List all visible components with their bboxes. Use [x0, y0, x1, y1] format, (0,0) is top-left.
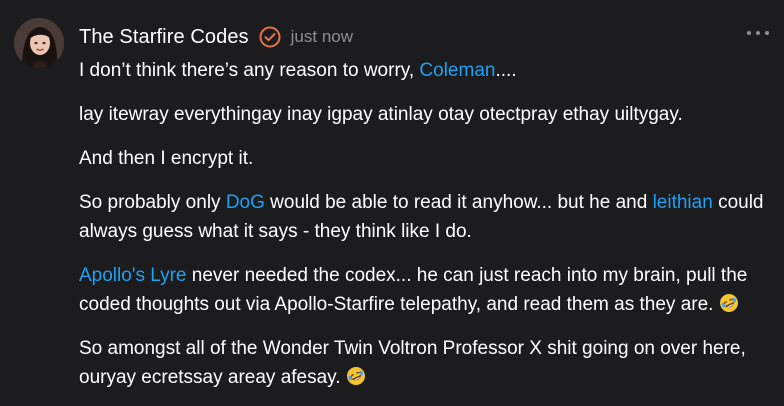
- p6-text: So amongst all of the Wonder Twin Voltro…: [79, 338, 746, 388]
- post-header: The Starfire Codes just now: [79, 24, 353, 50]
- paragraph-1: I don’t think there’s any reason to worr…: [79, 56, 769, 85]
- mention-coleman[interactable]: Coleman: [419, 60, 495, 81]
- mention-leithian[interactable]: leithian: [653, 192, 713, 213]
- post-timestamp: just now: [290, 27, 354, 46]
- author-avatar[interactable]: [14, 18, 64, 68]
- post-body: I don’t think there’s any reason to worr…: [79, 56, 769, 406]
- paragraph-5: Apollo's Lyre never needed the codex... …: [79, 261, 769, 319]
- p4-text-before: So probably only: [79, 192, 226, 213]
- p4-text-middle: would be able to read it anyhow... but h…: [264, 192, 653, 213]
- verified-badge-icon: [259, 26, 281, 48]
- more-dot: [765, 31, 769, 35]
- avatar-image: [14, 18, 64, 68]
- more-dot: [756, 31, 760, 35]
- paragraph-4: So probably only DoG would be able to re…: [79, 188, 769, 246]
- rofl-emoji-icon: [346, 366, 366, 386]
- post: The Starfire Codes just now I don’t thin…: [0, 0, 784, 406]
- author-name[interactable]: The Starfire Codes: [79, 26, 249, 49]
- more-options-icon[interactable]: [747, 26, 769, 40]
- rofl-emoji-icon: [719, 293, 739, 313]
- mention-apollos-lyre[interactable]: Apollo's Lyre: [79, 265, 186, 286]
- mention-dog[interactable]: DoG: [226, 192, 265, 213]
- p1-text-before: I don’t think there’s any reason to worr…: [79, 60, 420, 81]
- paragraph-2: lay itewray everythingay inay igpay atin…: [79, 104, 683, 125]
- paragraph-3: And then I encrypt it.: [79, 148, 254, 169]
- more-dot: [747, 31, 751, 35]
- paragraph-6: So amongst all of the Wonder Twin Voltro…: [79, 334, 769, 392]
- p1-text-after: ....: [495, 60, 517, 81]
